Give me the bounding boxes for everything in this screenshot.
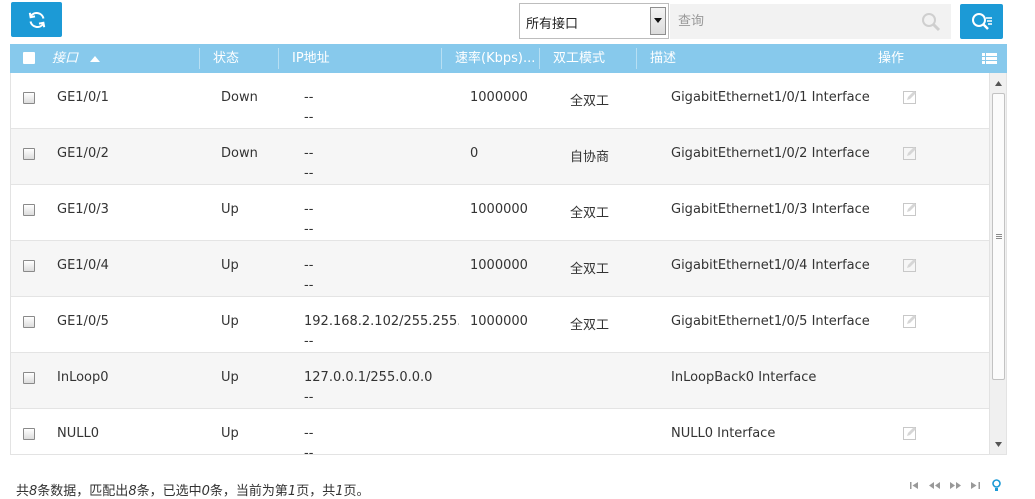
edit-icon[interactable] (903, 146, 917, 164)
previous-page-icon[interactable] (929, 478, 940, 492)
cell-rate: 1000000 (470, 258, 528, 273)
last-page-icon[interactable] (971, 478, 980, 492)
edit-icon[interactable] (903, 90, 917, 108)
sort-ascending-icon (90, 55, 101, 62)
pagination-summary: 共8条数据，匹配出8条，已选中0条，当前为第1页，共1页。 (16, 484, 370, 499)
select-all-cell (23, 44, 37, 73)
table-row[interactable]: GE1/0/2 Down -- -- 0 自协商 GigabitEthernet… (11, 129, 989, 185)
cell-duplex: 全双工 (570, 262, 610, 277)
row-checkbox[interactable] (23, 260, 35, 272)
cell-duplex: 全双工 (570, 94, 610, 109)
cell-interface: GE1/0/1 (57, 90, 109, 105)
table-row[interactable]: GE1/0/3 Up -- -- 1000000 全双工 GigabitEthe… (11, 185, 989, 241)
cell-ip: 192.168.2.102/255.255.255.0 (304, 314, 459, 329)
next-page-icon[interactable] (950, 478, 961, 492)
row-checkbox[interactable] (23, 92, 35, 104)
cell-ip: -- (304, 90, 314, 105)
cell-ip: -- (304, 202, 314, 217)
column-header-description[interactable]: 描述 (650, 44, 676, 73)
edit-icon[interactable] (903, 202, 917, 220)
table-row[interactable]: InLoop0 Up 127.0.0.1/255.0.0.0 -- InLoop… (11, 353, 989, 409)
cell-interface: GE1/0/3 (57, 202, 109, 217)
cell-duplex: 全双工 (570, 206, 610, 221)
cell-description: GigabitEthernet1/0/5 Interface (671, 314, 870, 329)
dropdown-arrow-icon[interactable] (650, 7, 666, 35)
advanced-search-icon (971, 12, 992, 30)
cell-status: Down (221, 90, 258, 105)
cell-rate: 1000000 (470, 202, 528, 217)
table-row[interactable]: GE1/0/4 Up -- -- 1000000 全双工 GigabitEthe… (11, 241, 989, 297)
row-checkbox[interactable] (23, 372, 35, 384)
first-page-icon[interactable] (910, 478, 919, 492)
column-header-ip[interactable]: IP地址 (292, 44, 330, 73)
select-all-checkbox[interactable] (23, 52, 35, 64)
interface-filter-value: 所有接口 (526, 17, 579, 32)
cell-status: Down (221, 146, 258, 161)
cell-ip: 127.0.0.1/255.0.0.0 (304, 370, 433, 385)
cell-ip: -- (304, 426, 314, 441)
advanced-search-button[interactable] (960, 4, 1003, 39)
cell-status: Up (221, 258, 239, 273)
cell-ip: -- (304, 146, 314, 161)
cell-ip-secondary: -- (304, 166, 314, 181)
table-body[interactable]: GE1/0/1 Down -- -- 1000000 全双工 GigabitEt… (10, 73, 1007, 455)
table-header: 接口 状态 IP地址 速率(Kbps)... 双工模式 描述 操作 (10, 44, 1007, 73)
table-row[interactable]: GE1/0/1 Down -- -- 1000000 全双工 GigabitEt… (11, 73, 989, 129)
row-checkbox[interactable] (23, 316, 35, 328)
edit-icon[interactable] (903, 258, 917, 276)
cell-ip-secondary: -- (304, 390, 314, 405)
cell-rate: 0 (470, 146, 479, 161)
column-header-status[interactable]: 状态 (213, 44, 239, 73)
row-checkbox[interactable] (23, 148, 35, 160)
cell-interface: GE1/0/5 (57, 314, 109, 329)
cell-interface: GE1/0/4 (57, 258, 109, 273)
column-header-actions: 操作 (878, 51, 905, 66)
edit-icon[interactable] (903, 314, 917, 332)
cell-status: Up (221, 426, 239, 441)
scroll-down-arrow-icon[interactable] (990, 436, 1006, 452)
refresh-icon (28, 11, 45, 28)
column-header-interface[interactable]: 接口 (52, 44, 101, 73)
cell-duplex: 自协商 (570, 150, 610, 165)
cell-rate: 1000000 (470, 90, 528, 105)
edit-icon[interactable] (903, 426, 917, 444)
column-header-duplex[interactable]: 双工模式 (553, 44, 605, 73)
cell-status: Up (221, 314, 239, 329)
cell-rate: 1000000 (470, 314, 528, 329)
interface-filter-select[interactable]: 所有接口 (519, 3, 669, 39)
refresh-button[interactable] (11, 2, 62, 37)
cell-description: GigabitEthernet1/0/4 Interface (671, 258, 870, 273)
row-checkbox[interactable] (23, 428, 35, 440)
cell-interface: NULL0 (57, 426, 99, 441)
scroll-up-arrow-icon[interactable] (990, 75, 1006, 91)
column-settings-icon[interactable] (982, 53, 997, 65)
row-checkbox[interactable] (23, 204, 35, 216)
table-row[interactable]: NULL0 Up -- -- NULL0 Interface (11, 409, 989, 455)
cell-status: Up (221, 370, 239, 385)
search-input[interactable] (670, 4, 910, 39)
cell-ip-secondary: -- (304, 222, 314, 237)
table-row[interactable]: GE1/0/5 Up 192.168.2.102/255.255.255.0 -… (11, 297, 989, 353)
search-icon[interactable] (921, 12, 941, 36)
cell-description: GigabitEthernet1/0/2 Interface (671, 146, 870, 161)
cell-description: NULL0 Interface (671, 426, 776, 441)
cell-ip: -- (304, 258, 314, 273)
cell-ip-secondary: -- (304, 334, 314, 349)
vertical-scrollbar[interactable] (989, 73, 1006, 454)
cell-duplex: 全双工 (570, 318, 610, 333)
cell-description: InLoopBack0 Interface (671, 370, 817, 385)
column-header-rate[interactable]: 速率(Kbps)... (455, 44, 535, 73)
cell-description: GigabitEthernet1/0/3 Interface (671, 202, 870, 217)
cell-ip-secondary: -- (304, 110, 314, 125)
cell-interface: GE1/0/2 (57, 146, 109, 161)
cell-ip-secondary: -- (304, 446, 314, 455)
scrollbar-thumb[interactable] (992, 93, 1005, 380)
help-tip-icon[interactable] (992, 478, 1001, 492)
cell-interface: InLoop0 (57, 370, 109, 385)
search-box[interactable] (670, 4, 951, 39)
cell-status: Up (221, 202, 239, 217)
cell-description: GigabitEthernet1/0/1 Interface (671, 90, 870, 105)
cell-ip-secondary: -- (304, 278, 314, 293)
